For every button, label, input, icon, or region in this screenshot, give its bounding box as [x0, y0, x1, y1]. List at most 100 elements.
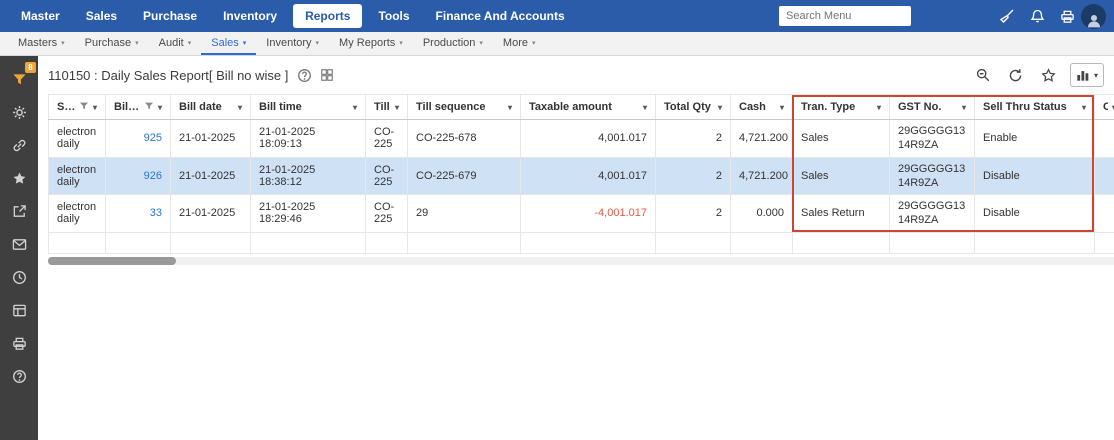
sidebar-printer-icon[interactable]: [0, 327, 38, 360]
sort-caret-icon[interactable]: ▾: [353, 103, 357, 112]
favorite-button[interactable]: [1037, 63, 1061, 87]
report-content: 110150 : Daily Sales Report[ Bill no wis…: [38, 56, 1114, 440]
column-header-bill-no[interactable]: Bill No ▾: [105, 94, 171, 120]
broom-icon[interactable]: [999, 8, 1015, 24]
app: Master Sales Purchase Inventory Reports Tools…: [0, 0, 1114, 440]
subnav-item-label: My Reports: [339, 36, 396, 49]
cell-store: electron daily: [48, 119, 106, 158]
sidebar-funnel-icon[interactable]: 8: [0, 62, 38, 96]
subnav-item-audit[interactable]: Audit ▾: [149, 32, 202, 55]
sort-caret-icon[interactable]: ▾: [643, 103, 647, 112]
empty-cell: [974, 231, 1095, 254]
empty-cell: [1094, 231, 1114, 254]
cell-bill-no[interactable]: 926: [105, 156, 171, 196]
refresh-button[interactable]: [1004, 63, 1028, 87]
cell-sell-thru-status: Disable: [974, 156, 1095, 196]
topnav-item-inventory[interactable]: Inventory: [210, 0, 290, 32]
bell-icon[interactable]: [1030, 9, 1045, 24]
subnav-item-production[interactable]: Production ▾: [413, 32, 493, 55]
sidebar-gear-icon[interactable]: [0, 96, 38, 129]
column-header-c[interactable]: C▾: [1094, 94, 1114, 120]
subnav-item-my-reports[interactable]: My Reports ▾: [329, 32, 413, 55]
sub-navigation: Masters ▾ Purchase ▾ Audit ▾ Sales ▾ Inventory ▾ M…: [0, 32, 1114, 56]
subnav-item-inventory[interactable]: Inventory ▾: [256, 32, 329, 55]
grid-view-icon[interactable]: [320, 68, 334, 82]
sidebar-panel-icon[interactable]: [0, 294, 38, 327]
cell-c: [1094, 156, 1114, 196]
subnav-item-purchase[interactable]: Purchase ▾: [75, 32, 149, 55]
data-grid: Store▾Bill No▾Bill date▾Bill time▾Till▾T…: [48, 94, 1114, 265]
topnav-item-reports[interactable]: Reports: [293, 4, 363, 28]
column-header-gst-no[interactable]: GST No. ▾: [889, 94, 975, 120]
cell-till-sequence: 29: [407, 194, 521, 233]
column-header-label: Sell Thru Status: [983, 101, 1067, 113]
sidebar-link-icon[interactable]: [0, 129, 38, 162]
empty-cell: [730, 231, 793, 254]
subnav-item-label: Inventory: [266, 36, 312, 49]
search-options-button[interactable]: [971, 63, 995, 87]
topnav-item-finance-and-accounts[interactable]: Finance And Accounts: [423, 0, 578, 32]
sidebar-export-icon[interactable]: [0, 195, 38, 228]
column-header-till[interactable]: Till ▾: [365, 94, 408, 120]
cell-bill-no[interactable]: 33: [105, 194, 171, 233]
column-header-till-sequence[interactable]: Till sequence ▾: [407, 94, 521, 120]
sort-caret-icon[interactable]: ▾: [395, 103, 399, 112]
column-header-bill-time[interactable]: Bill time ▾: [250, 94, 366, 120]
subnav-item-masters[interactable]: Masters ▾: [8, 32, 75, 55]
filter-icon[interactable]: [79, 101, 89, 114]
chart-menu-button[interactable]: ▾: [1069, 63, 1104, 87]
subnav-item-more[interactable]: More ▾: [493, 32, 546, 55]
question-icon[interactable]: [297, 68, 312, 83]
cell-till: CO-225: [365, 194, 408, 233]
cell-total-qty: 2: [655, 194, 731, 233]
sidebar-clock-icon[interactable]: [0, 261, 38, 294]
sort-caret-icon[interactable]: ▾: [877, 103, 881, 112]
table-row[interactable]: electron daily 925 21-01-2025 21-01-2025 18…: [48, 119, 1114, 158]
horizontal-scrollbar[interactable]: [48, 256, 1114, 265]
cell-bill-no[interactable]: 925: [105, 119, 171, 158]
column-header-taxable-amount[interactable]: Taxable amount ▾: [520, 94, 656, 120]
sort-caret-icon[interactable]: ▾: [1082, 103, 1086, 112]
column-header-label: GST No.: [898, 101, 942, 113]
cell-bill-time: 21-01-2025 18:09:13: [250, 119, 366, 158]
sort-caret-icon[interactable]: ▾: [158, 103, 162, 112]
topnav-item-tools[interactable]: Tools: [365, 0, 422, 32]
topnav-item-master[interactable]: Master: [8, 0, 73, 32]
search-input[interactable]: [779, 6, 911, 26]
cell-till: CO-225: [365, 119, 408, 158]
report-header-bar: 110150 : Daily Sales Report[ Bill no wis…: [38, 56, 1114, 94]
scrollbar-thumb[interactable]: [48, 256, 176, 265]
topnav-item-sales[interactable]: Sales: [73, 0, 130, 32]
printer-icon[interactable]: [1060, 9, 1075, 24]
sort-caret-icon[interactable]: ▾: [718, 103, 722, 112]
sidebar-mail-icon[interactable]: [0, 228, 38, 261]
topnav-item-purchase[interactable]: Purchase: [130, 0, 210, 32]
column-header-cash[interactable]: Cash ▾: [730, 94, 793, 120]
sort-caret-icon[interactable]: ▾: [962, 103, 966, 112]
cell-sell-thru-status: Enable: [974, 119, 1095, 158]
chevron-down-icon: ▾: [531, 39, 536, 47]
column-header-store[interactable]: Store ▾: [48, 94, 106, 120]
column-header-label: Tran. Type: [801, 101, 856, 113]
sort-caret-icon[interactable]: ▾: [93, 103, 97, 112]
sidebar-help-icon[interactable]: [0, 360, 38, 393]
filter-icon[interactable]: [144, 101, 154, 114]
subnav-item-sales[interactable]: Sales ▾: [201, 32, 257, 55]
cell-till: CO-225: [365, 156, 408, 196]
table-row[interactable]: electron daily 33 21-01-2025 21-01-2025 18:…: [48, 194, 1114, 233]
avatar[interactable]: [1081, 3, 1106, 29]
column-header-sell-thru-status[interactable]: Sell Thru Status ▾: [974, 94, 1095, 120]
column-header-bill-date[interactable]: Bill date ▾: [170, 94, 251, 120]
cell-taxable-amount: 4,001.017: [520, 156, 656, 196]
empty-cell: [48, 231, 106, 254]
subnav-item-label: Production: [422, 36, 476, 49]
column-header-total-qty[interactable]: Total Qty ▾: [655, 94, 731, 120]
sidebar-star-icon[interactable]: [0, 162, 38, 195]
column-header-tran-type[interactable]: Tran. Type ▾: [792, 94, 890, 120]
table-row[interactable]: electron daily 926 21-01-2025 21-01-2025 18…: [48, 156, 1114, 196]
sort-caret-icon[interactable]: ▾: [508, 103, 512, 112]
sort-caret-icon[interactable]: ▾: [780, 103, 784, 112]
sort-caret-icon[interactable]: ▾: [238, 103, 242, 112]
table-header-row: Store▾Bill No▾Bill date▾Bill time▾Till▾T…: [48, 94, 1114, 120]
subnav-item-label: Audit: [158, 36, 184, 49]
